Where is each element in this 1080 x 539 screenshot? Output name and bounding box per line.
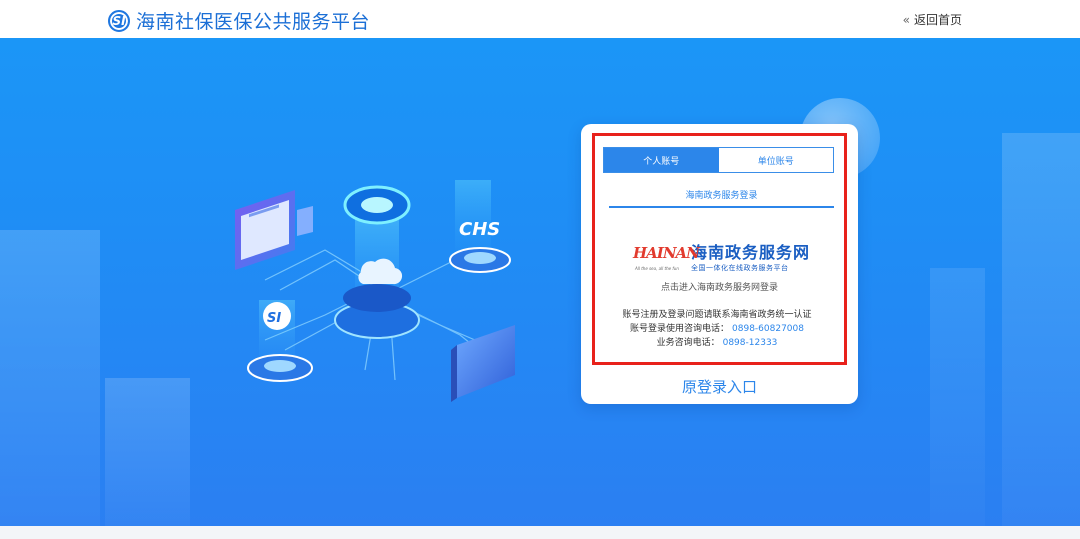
site-logo[interactable]: SI 海南社保医保公共服务平台 [108, 7, 370, 34]
chs-medical-insurance-icon: CHS [449, 180, 511, 273]
cloud-server-icon [334, 185, 420, 339]
social-insurance-logo-icon: SI [108, 9, 130, 32]
portal-slogan: 全国一体化在线政务服务平台 [691, 263, 789, 272]
contact-info: 账号注册及登录问题请联系海南省政务统一认证 账号登录使用咨询电话： 0898-60… [581, 308, 853, 350]
background-building [0, 230, 100, 526]
business-hotline-line: 业务咨询电话： 0898-12333 [581, 336, 853, 350]
back-home-label: 返回首页 [913, 13, 962, 27]
chs-label: CHS [459, 219, 500, 240]
tab-unit-account[interactable]: 单位账号 [718, 148, 833, 172]
document-screen-icon [235, 190, 313, 270]
account-hotline-line: 账号登录使用咨询电话： 0898-60827008 [581, 322, 853, 336]
business-hotline-label: 业务咨询电话： [656, 338, 720, 348]
site-title: 海南社保医保公共服务平台 [136, 11, 371, 33]
portal-name: 海南政务服务网 [691, 242, 811, 262]
hainan-logo-word: HAINAN [633, 244, 700, 262]
account-hotline-label: 账号登录使用咨询电话： [630, 324, 730, 334]
account-hotline-number[interactable]: 0898-60827008 [732, 324, 804, 334]
enter-portal-hint[interactable]: 点击进入海南政务服务网登录 [581, 280, 858, 293]
background-building [930, 268, 985, 526]
hero-banner [0, 38, 1080, 526]
old-login-entry-link[interactable]: 原登录入口 [581, 376, 858, 397]
hainan-logo-tagline: All the sea, all the fun [635, 266, 679, 271]
account-type-tabs: 个人账号 单位账号 [603, 147, 834, 173]
portal-text: 海南政务服务网 全国一体化在线政务服务平台 [691, 242, 811, 273]
double-chevron-left-icon: « [902, 13, 910, 27]
hainan-logo: HAINAN All the sea, all the fun [633, 240, 700, 276]
platform-illustration: CHS SI [235, 180, 515, 402]
background-building [1002, 133, 1080, 526]
tab-personal-account[interactable]: 个人账号 [604, 148, 719, 172]
top-header: SI 海南社保医保公共服务平台 «返回首页 [0, 0, 1080, 38]
background-building [105, 378, 190, 526]
hainan-gov-login-tab[interactable]: 海南政务服务登录 [609, 188, 834, 208]
hainan-gov-portal-link[interactable]: HAINAN All the sea, all the fun 海南政务服务网 … [633, 238, 813, 278]
business-hotline-number[interactable]: 0898-12333 [723, 338, 778, 348]
back-home-link[interactable]: «返回首页 [903, 11, 962, 28]
registration-notice: 账号注册及登录问题请联系海南省政务统一认证 [622, 310, 812, 320]
data-block-icon [451, 325, 515, 402]
si-label: SI [267, 311, 281, 326]
